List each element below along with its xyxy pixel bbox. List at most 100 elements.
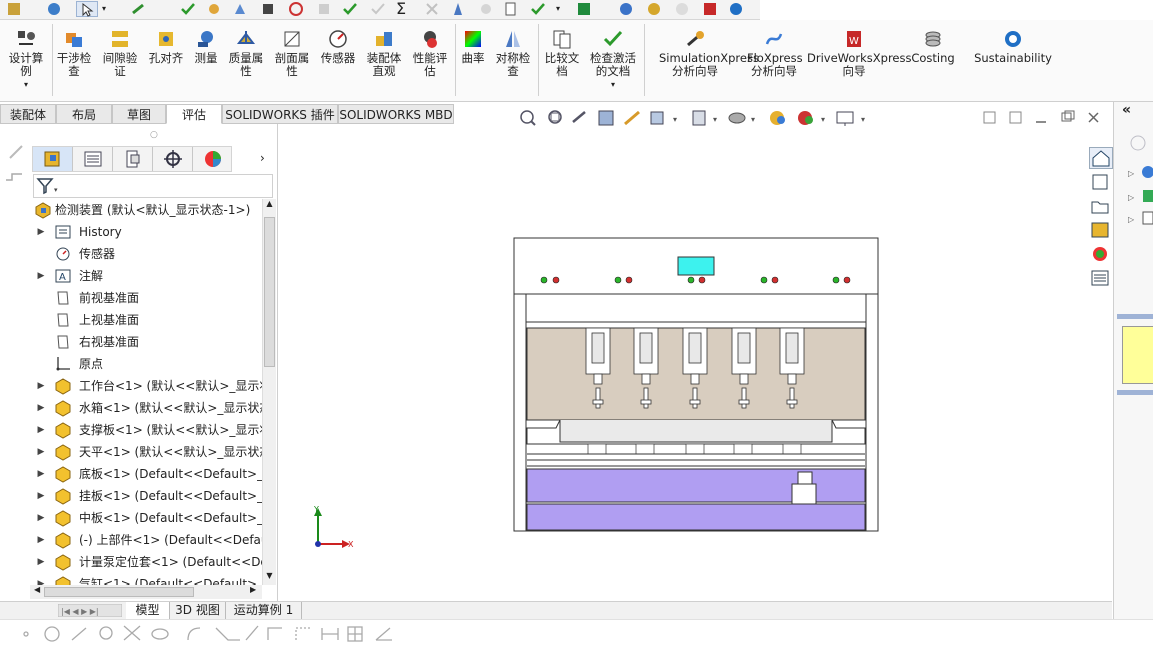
tab-evaluate[interactable]: 评估: [166, 104, 222, 124]
driveworksxpress-button[interactable]: W DriveWorksXpress向导: [806, 28, 911, 78]
back-icon[interactable]: [1128, 134, 1150, 152]
tree-item-top-plane[interactable]: 上视基准面: [30, 309, 264, 331]
tree-horizontal-scrollbar[interactable]: ◀ ▶: [30, 585, 262, 599]
tree-vertical-scrollbar[interactable]: ▲ ▼: [262, 199, 276, 585]
select-arrow-icon[interactable]: [76, 1, 98, 17]
graphics-area[interactable]: Y X: [278, 128, 1113, 601]
tree-item-sensors[interactable]: 传感器: [30, 243, 264, 265]
tab-property-manager[interactable]: [73, 147, 113, 171]
tree-item-upper-part[interactable]: ▶ (-) 上部件<1> (Default<<Defaul: [30, 529, 264, 551]
file-explorer-icon[interactable]: [1089, 196, 1113, 218]
performance-evaluation-button[interactable]: 性能评估: [410, 28, 450, 78]
tab-display-manager[interactable]: [193, 147, 233, 171]
tree-item-middle-plate[interactable]: ▶ 中板<1> (Default<<Default>_Ph: [30, 507, 264, 529]
select-dropdown-icon[interactable]: ▾: [102, 1, 112, 17]
tree-item-base-plate[interactable]: ▶ 底板<1> (Default<<Default>_Ph: [30, 463, 264, 485]
sustain-tb-icon[interactable]: [728, 1, 744, 17]
expand-arrow-icon[interactable]: ▶: [36, 573, 46, 585]
panel-grip-icon[interactable]: ○: [150, 130, 158, 140]
section-tb-icon[interactable]: [260, 1, 276, 17]
home-icon[interactable]: [1089, 147, 1113, 169]
tab-motion-study-1[interactable]: 运动算例 1: [226, 602, 302, 619]
check2-tb-icon[interactable]: [342, 1, 358, 17]
measure-tb-icon[interactable]: [206, 1, 222, 17]
symmetry-check-button[interactable]: 对称检查: [492, 28, 534, 78]
tree-root-assembly[interactable]: 检测装置 (默认<默认_显示状态-1>): [30, 199, 264, 221]
tree-item-origin[interactable]: 原点: [30, 353, 264, 375]
expand-arrow-icon[interactable]: ▶: [36, 551, 46, 573]
measure-button[interactable]: 测量: [190, 28, 222, 65]
tab-solidworks-mbd[interactable]: SOLIDWORKS MBD: [338, 104, 454, 124]
check-active-document-button[interactable]: 检查激活的文档 ▾: [586, 28, 640, 91]
tab-layout[interactable]: 布局: [56, 104, 112, 124]
tree-item-workbench[interactable]: ▶ 工作台<1> (默认<<默认>_显示状: [30, 375, 264, 397]
options-icon[interactable]: [46, 1, 62, 17]
tree-item-right-plane[interactable]: 右视基准面: [30, 331, 264, 353]
view-palette-icon[interactable]: [1089, 220, 1113, 242]
tree-item-hanging-plate[interactable]: ▶ 挂板<1> (Default<<Default>_Ph: [30, 485, 264, 507]
scroll-thumb[interactable]: [264, 217, 275, 367]
tab-feature-manager[interactable]: [33, 147, 73, 171]
sensor-tb-icon[interactable]: [288, 1, 304, 17]
expand-arrow-icon[interactable]: ▶: [36, 397, 46, 419]
expand-arrow-icon[interactable]: ▶: [36, 441, 46, 463]
scroll-down-icon[interactable]: ▼: [263, 571, 276, 585]
tab-sketch[interactable]: 草图: [112, 104, 166, 124]
tree-item-balance[interactable]: ▶ 天平<1> (默认<<默认>_显示状态: [30, 441, 264, 463]
check-active-dropdown-icon[interactable]: ▾: [586, 78, 640, 91]
tab-scroll-buttons[interactable]: |◀ ◀ ▶ ▶|: [57, 603, 123, 618]
flo-tb-icon[interactable]: [646, 1, 662, 17]
expand-arrow-icon[interactable]: ▶: [36, 221, 46, 243]
design-library-icon[interactable]: [1089, 172, 1113, 194]
tools-icon[interactable]: [6, 1, 22, 17]
design-study-dropdown-icon[interactable]: ▾: [4, 78, 48, 91]
tree-item-front-plane[interactable]: 前视基准面: [30, 287, 264, 309]
expand-arrow-icon[interactable]: ▶: [36, 419, 46, 441]
sum-icon[interactable]: Σ: [396, 1, 412, 17]
simulationxpress-button[interactable]: SimulationXpress分析向导: [648, 28, 759, 78]
excel-tb-icon[interactable]: [576, 1, 592, 17]
tab-solidworks-addins[interactable]: SOLIDWORKS 插件: [222, 104, 338, 124]
tree-filter-field[interactable]: ▾: [33, 174, 273, 198]
compare-tb-icon[interactable]: [504, 1, 520, 17]
h-scroll-thumb[interactable]: [44, 587, 194, 597]
check-icon[interactable]: [180, 1, 196, 17]
tab-model[interactable]: 模型: [126, 602, 170, 619]
custom-properties-icon[interactable]: [1089, 268, 1113, 290]
driveworks-tb-icon[interactable]: [702, 1, 718, 17]
tab-3d-views[interactable]: 3D 视图: [170, 602, 226, 619]
sim-tb-icon[interactable]: [618, 1, 634, 17]
section-properties-button[interactable]: 剖面属性: [272, 28, 312, 78]
design-study-button[interactable]: 设计算例 ▾: [4, 28, 48, 91]
interference-button[interactable]: 干涉检查: [54, 28, 94, 78]
expand-arrow-icon[interactable]: ▶: [36, 265, 46, 287]
expand-arrow-icon[interactable]: ▶: [36, 463, 46, 485]
tree-item-cylinder[interactable]: ▶ 气缸<1> (Default<<Default>_Ph: [30, 573, 264, 585]
tree-item-metering-pump-sleeve[interactable]: ▶ 计量泵定位套<1> (Default<<Def: [30, 551, 264, 573]
scroll-right-icon[interactable]: ▶: [250, 585, 256, 594]
scroll-left-icon[interactable]: ◀: [34, 585, 40, 594]
mass-tb-icon[interactable]: [232, 1, 248, 17]
rebuild-icon[interactable]: [130, 1, 146, 17]
tab-assembly[interactable]: 装配体: [0, 104, 56, 124]
expand-arrow-icon[interactable]: ▶: [36, 375, 46, 397]
floxpress-button[interactable]: FloXpress分析向导: [746, 28, 803, 78]
tree-item-support-plate[interactable]: ▶ 支撑板<1> (默认<<默认>_显示状: [30, 419, 264, 441]
tree-item-annotations[interactable]: ▶ A 注解: [30, 265, 264, 287]
tree-item-water-tank[interactable]: ▶ 水箱<1> (默认<<默认>_显示状态: [30, 397, 264, 419]
tab-dimxpert-manager[interactable]: [153, 147, 193, 171]
check-active-tb-icon[interactable]: [530, 1, 546, 17]
expand-arrow-icon[interactable]: ▶: [36, 507, 46, 529]
symmetry-tb-icon[interactable]: [450, 1, 466, 17]
tree-item-history[interactable]: ▶ History: [30, 221, 264, 243]
appearances-icon[interactable]: [1089, 244, 1113, 266]
assembly-visualization-button[interactable]: 装配体直观: [362, 28, 406, 78]
hole-align-button[interactable]: 孔对齐: [146, 28, 186, 65]
costing-button[interactable]: Costing: [906, 28, 960, 65]
mass-properties-button[interactable]: 质量属性: [226, 28, 266, 78]
expand-arrow-icon[interactable]: ▶: [36, 485, 46, 507]
sustainability-button[interactable]: Sustainability: [970, 28, 1056, 65]
panel-expand-chevron-icon[interactable]: ›: [260, 151, 265, 165]
tab-configuration-manager[interactable]: [113, 147, 153, 171]
expand-arrow-icon[interactable]: ▶: [36, 529, 46, 551]
